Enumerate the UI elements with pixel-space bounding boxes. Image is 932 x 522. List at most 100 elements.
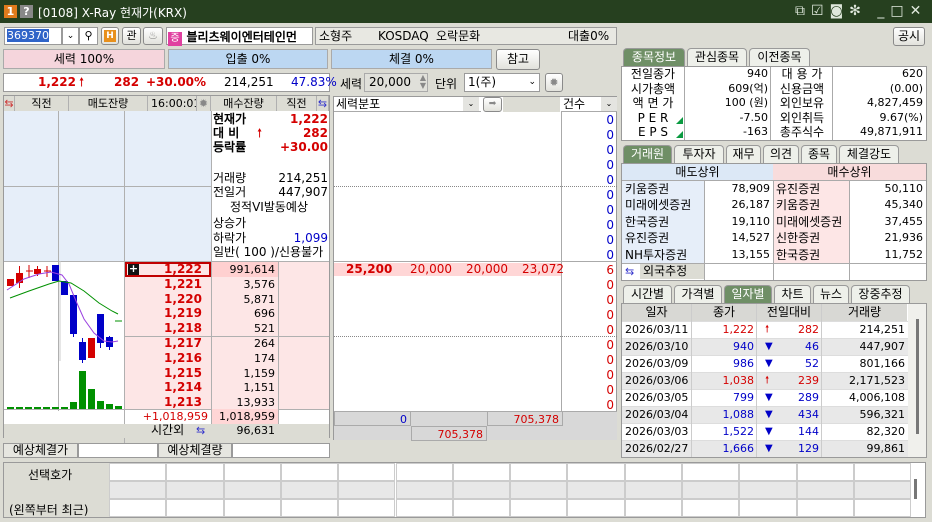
spin-icon[interactable]: ▲ ▼ xyxy=(420,74,426,90)
selected-price-cell[interactable] xyxy=(624,463,682,481)
triangle-icon[interactable] xyxy=(676,116,683,124)
selected-price-cell[interactable] xyxy=(624,481,682,499)
selected-price-cell[interactable] xyxy=(166,499,224,517)
bid-price[interactable]: 1,220 xyxy=(125,292,205,307)
selected-price-cell[interactable] xyxy=(452,481,511,499)
tab-관심종목[interactable]: 관심종목 xyxy=(687,48,747,66)
selected-price-cell[interactable] xyxy=(853,481,912,499)
h-button[interactable]: H xyxy=(101,27,119,45)
close-icon[interactable]: ✕ xyxy=(910,3,928,19)
triangle-icon[interactable] xyxy=(676,131,683,139)
bid-price[interactable]: 1,213 xyxy=(125,395,205,410)
selected-price-cell[interactable] xyxy=(739,463,797,481)
maximize-icon[interactable]: □ xyxy=(890,3,909,19)
tab-시간별[interactable]: 시간별 xyxy=(623,285,672,303)
tab-투자자[interactable]: 투자자 xyxy=(674,145,724,163)
selected-price-cell[interactable] xyxy=(395,463,453,481)
bid-price[interactable]: 1,219 xyxy=(125,306,205,321)
selected-price-cell[interactable] xyxy=(682,463,740,481)
selected-price-cell[interactable] xyxy=(853,499,912,517)
watchlist-button[interactable]: 관 xyxy=(122,27,141,45)
camera-icon[interactable]: ◙ xyxy=(830,3,850,19)
search-icon[interactable]: ⚲ xyxy=(79,27,98,45)
force-spinner[interactable]: 20,000 ▲ ▼ xyxy=(364,73,428,92)
selected-price-cell[interactable] xyxy=(624,499,682,517)
distribution-select[interactable]: 세력분포 ⌄ xyxy=(334,97,481,112)
swap-left-icon[interactable]: ⇆ xyxy=(4,96,15,111)
tab-거래원[interactable]: 거래원 xyxy=(623,145,672,163)
selected-price-cell[interactable] xyxy=(109,481,167,499)
selected-price-cell[interactable] xyxy=(853,463,912,481)
tab-뉴스[interactable]: 뉴스 xyxy=(813,285,849,303)
gear-icon[interactable]: ✻ xyxy=(849,3,867,19)
settings-gear-icon[interactable]: ✹ xyxy=(545,73,563,92)
selected-price-cell[interactable] xyxy=(510,481,568,499)
selected-price-cell[interactable] xyxy=(280,499,339,517)
reference-button[interactable]: 참고 xyxy=(496,49,540,70)
selected-price-cell[interactable] xyxy=(338,463,396,481)
link-icon[interactable]: ⧉ xyxy=(795,3,811,19)
selected-price-cell[interactable] xyxy=(395,499,453,517)
selected-price-cell[interactable] xyxy=(280,481,339,499)
bid-price[interactable]: 1,215 xyxy=(125,366,205,381)
selected-price-cell[interactable] xyxy=(109,499,167,517)
tab-장중추정[interactable]: 장중추정 xyxy=(851,285,910,303)
unit-select[interactable]: 1(주) ⌄ xyxy=(464,73,540,92)
selected-price-cell[interactable] xyxy=(567,481,625,499)
code-dropdown[interactable]: ⌄ xyxy=(62,27,79,45)
selected-price-cell[interactable] xyxy=(567,499,625,517)
window-number-badge[interactable]: 1 xyxy=(4,5,17,18)
swap-icon[interactable]: ⇆ xyxy=(196,423,205,438)
selected-price-cell[interactable] xyxy=(510,463,568,481)
selected-price-cell[interactable] xyxy=(510,499,568,517)
tab-차트[interactable]: 차트 xyxy=(774,285,811,303)
selected-price-cell[interactable] xyxy=(338,481,396,499)
tab-의견[interactable]: 의견 xyxy=(763,145,799,163)
swap-icon[interactable]: ⇆ xyxy=(622,264,637,279)
help-icon[interactable]: ? xyxy=(20,5,33,18)
tab-종목정보[interactable]: 종목정보 xyxy=(623,48,685,66)
selected-price-cell[interactable] xyxy=(682,481,740,499)
minimize-icon[interactable]: _ xyxy=(877,3,890,19)
selected-price-cell[interactable] xyxy=(395,481,453,499)
bid-price[interactable]: 1,221 xyxy=(125,277,205,292)
selected-price-cell[interactable] xyxy=(338,499,396,517)
stock-code-input[interactable]: 369370 xyxy=(4,27,62,45)
gear-icon[interactable]: ✹ xyxy=(197,96,211,111)
selected-price-cell[interactable] xyxy=(567,463,625,481)
bid-price[interactable]: 1,222 xyxy=(125,262,205,277)
checklist-icon[interactable]: ☑ xyxy=(811,3,830,19)
selected-price-cell[interactable] xyxy=(452,463,511,481)
selected-price-cell[interactable] xyxy=(223,463,281,481)
selected-price-cell[interactable] xyxy=(223,481,281,499)
count-select[interactable]: 건수 ⌄ xyxy=(561,97,617,112)
selected-price-cell[interactable] xyxy=(682,499,740,517)
selected-price-cell[interactable] xyxy=(739,481,797,499)
selected-price-cell[interactable] xyxy=(166,481,224,499)
selected-price-cell[interactable] xyxy=(796,499,854,517)
tab-체결강도[interactable]: 체결강도 xyxy=(839,145,899,163)
selected-price-cell[interactable] xyxy=(796,481,854,499)
tab-종목[interactable]: 종목 xyxy=(801,145,837,163)
selected-price-cell[interactable] xyxy=(452,499,511,517)
bid-price[interactable]: 1,217 xyxy=(125,336,205,351)
bid-price[interactable]: 1,216 xyxy=(125,351,205,366)
tab-재무[interactable]: 재무 xyxy=(726,145,761,163)
selected-price-cell[interactable] xyxy=(739,499,797,517)
bid-price[interactable]: 1,214 xyxy=(125,380,205,395)
swap-right-icon[interactable]: ⇆ xyxy=(317,96,329,111)
tab-가격별[interactable]: 가격별 xyxy=(674,285,722,303)
tab-이전종목[interactable]: 이전종목 xyxy=(749,48,810,66)
selected-price-cell[interactable] xyxy=(796,463,854,481)
arrow-right-button[interactable]: ➡ xyxy=(483,97,502,112)
selected-price-cell[interactable] xyxy=(166,463,224,481)
scrollbar[interactable] xyxy=(908,304,926,457)
bid-price[interactable]: 1,218 xyxy=(125,321,205,336)
notice-button[interactable]: 공시 xyxy=(893,27,925,46)
selected-price-cell[interactable] xyxy=(223,499,281,517)
selected-price-cell[interactable] xyxy=(280,463,339,481)
scrollbar[interactable] xyxy=(914,479,917,499)
alarm-icon[interactable]: ♨ xyxy=(143,27,163,45)
tab-일자별[interactable]: 일자별 xyxy=(724,285,772,303)
selected-price-cell[interactable] xyxy=(109,463,167,481)
